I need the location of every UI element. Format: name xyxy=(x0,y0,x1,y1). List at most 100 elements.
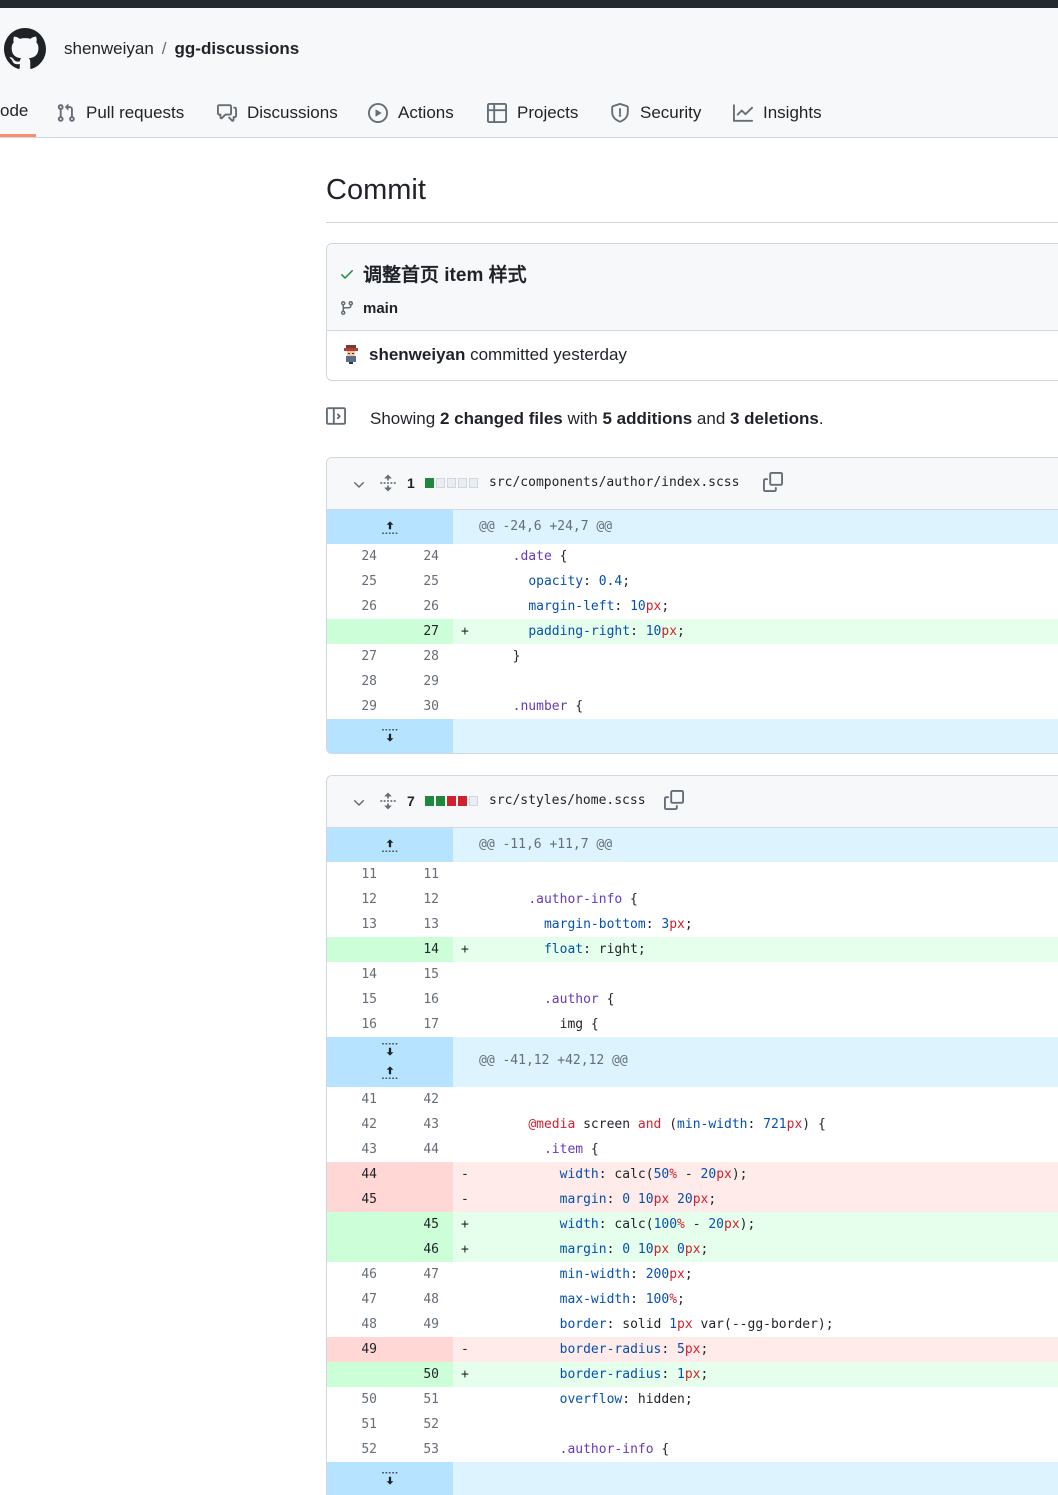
old-line-number[interactable]: 11 xyxy=(327,862,377,887)
new-line-number[interactable]: 24 xyxy=(391,544,439,569)
old-line-number[interactable]: 49 xyxy=(327,1337,377,1362)
new-line-number[interactable]: 48 xyxy=(391,1287,439,1312)
new-line-number[interactable]: 29 xyxy=(391,669,439,694)
hunk-footer xyxy=(327,719,1058,753)
new-line-number[interactable]: 49 xyxy=(391,1312,439,1337)
old-line-number[interactable] xyxy=(327,937,377,962)
new-line-number[interactable]: 43 xyxy=(391,1112,439,1137)
file-path[interactable]: src/styles/home.scss xyxy=(489,793,646,808)
new-line-number[interactable]: 47 xyxy=(391,1262,439,1287)
old-line-number[interactable] xyxy=(327,1237,377,1262)
code-text: margin-left: 10px; xyxy=(528,599,670,614)
new-line-number[interactable]: 53 xyxy=(391,1437,439,1462)
tab-discussions[interactable]: Discussions xyxy=(217,88,338,138)
new-line-number[interactable]: 11 xyxy=(391,862,439,887)
new-line-number[interactable]: 26 xyxy=(391,594,439,619)
diff-sign: - xyxy=(461,1192,469,1207)
repo-name-link[interactable]: gg-discussions xyxy=(175,39,300,58)
new-line-number[interactable]: 28 xyxy=(391,644,439,669)
old-line-number[interactable]: 46 xyxy=(327,1262,377,1287)
chevron-down-icon[interactable] xyxy=(351,477,367,493)
new-line-number[interactable]: 42 xyxy=(391,1087,439,1112)
tab-actions[interactable]: Actions xyxy=(368,88,454,138)
branch-name[interactable]: main xyxy=(363,300,398,317)
avatar[interactable] xyxy=(341,344,361,364)
file-path[interactable]: src/components/author/index.scss xyxy=(489,475,739,490)
new-line-number[interactable] xyxy=(391,1187,439,1212)
old-line-number[interactable]: 51 xyxy=(327,1412,377,1437)
new-line-number[interactable]: 27 xyxy=(391,619,439,644)
tab-security[interactable]: Security xyxy=(610,88,701,138)
new-line-number[interactable]: 16 xyxy=(391,987,439,1012)
old-line-number[interactable]: 16 xyxy=(327,1012,377,1037)
diff-line: 12 12 .author-info { xyxy=(327,887,1058,912)
old-line-number[interactable]: 25 xyxy=(327,569,377,594)
old-line-number[interactable]: 26 xyxy=(327,594,377,619)
new-line-number[interactable] xyxy=(391,1162,439,1187)
diffstat-block xyxy=(436,796,445,806)
diff-rows: 41 42 42 43 @media screen and (min-width: 7… xyxy=(327,1087,1058,1462)
copy-icon[interactable] xyxy=(664,790,684,810)
expand-down-icon[interactable] xyxy=(381,1470,399,1488)
table-icon xyxy=(487,103,507,123)
new-line-number[interactable]: 15 xyxy=(391,962,439,987)
new-line-number[interactable]: 46 xyxy=(391,1237,439,1262)
old-line-number[interactable]: 24 xyxy=(327,544,377,569)
diff-line: 52 53 .author-info { xyxy=(327,1437,1058,1462)
new-line-number[interactable]: 45 xyxy=(391,1212,439,1237)
new-line-number[interactable]: 12 xyxy=(391,887,439,912)
diff-line-added: 50 + border-radius: 1px; xyxy=(327,1362,1058,1387)
tab-pull-requests[interactable]: Pull requests xyxy=(56,88,184,138)
old-line-number[interactable]: 13 xyxy=(327,912,377,937)
diff-sign: + xyxy=(461,942,469,957)
old-line-number[interactable]: 52 xyxy=(327,1437,377,1462)
tab-projects[interactable]: Projects xyxy=(487,88,578,138)
old-line-number[interactable]: 14 xyxy=(327,962,377,987)
old-line-number[interactable]: 45 xyxy=(327,1187,377,1212)
unfold-icon[interactable] xyxy=(379,474,397,492)
copy-icon[interactable] xyxy=(763,472,783,492)
old-line-number[interactable]: 29 xyxy=(327,694,377,719)
old-line-number[interactable]: 44 xyxy=(327,1162,377,1187)
github-logo-icon[interactable] xyxy=(4,28,46,70)
old-line-number[interactable] xyxy=(327,1362,377,1387)
tab-insights[interactable]: Insights xyxy=(733,88,822,138)
diff-line: 13 13 margin-bottom: 3px; xyxy=(327,912,1058,937)
old-line-number[interactable]: 15 xyxy=(327,987,377,1012)
new-line-number[interactable]: 51 xyxy=(391,1387,439,1412)
new-line-number[interactable]: 52 xyxy=(391,1412,439,1437)
expand-down-icon[interactable] xyxy=(381,727,399,745)
new-line-number[interactable]: 25 xyxy=(391,569,439,594)
old-line-number[interactable]: 41 xyxy=(327,1087,377,1112)
expand-up-icon[interactable] xyxy=(381,836,399,854)
new-line-number[interactable]: 14 xyxy=(391,937,439,962)
new-line-number[interactable]: 13 xyxy=(391,912,439,937)
new-line-number[interactable]: 50 xyxy=(391,1362,439,1387)
diff-summary: Showing 2 changed files with 5 additions… xyxy=(370,409,824,429)
new-line-number[interactable] xyxy=(391,1337,439,1362)
new-line-number[interactable]: 30 xyxy=(391,694,439,719)
old-line-number[interactable]: 12 xyxy=(327,887,377,912)
diff-line: 26 26 margin-left: 10px; xyxy=(327,594,1058,619)
sidebar-expand-icon[interactable] xyxy=(326,406,346,426)
old-line-number[interactable]: 27 xyxy=(327,644,377,669)
old-line-number[interactable]: 42 xyxy=(327,1112,377,1137)
code-text: .author { xyxy=(543,992,615,1007)
new-line-number[interactable]: 17 xyxy=(391,1012,439,1037)
new-line-number[interactable]: 44 xyxy=(391,1137,439,1162)
chevron-down-icon[interactable] xyxy=(351,795,367,811)
old-line-number[interactable]: 43 xyxy=(327,1137,377,1162)
expand-down-icon[interactable] xyxy=(381,1041,399,1059)
old-line-number[interactable] xyxy=(327,1212,377,1237)
old-line-number[interactable]: 28 xyxy=(327,669,377,694)
old-line-number[interactable]: 50 xyxy=(327,1387,377,1412)
expand-up-icon[interactable] xyxy=(381,1063,399,1081)
author-link[interactable]: shenweiyan xyxy=(369,345,465,364)
expand-up-icon[interactable] xyxy=(381,518,399,536)
unfold-icon[interactable] xyxy=(379,792,397,810)
old-line-number[interactable] xyxy=(327,619,377,644)
tab-code[interactable]: ode xyxy=(0,88,36,137)
old-line-number[interactable]: 47 xyxy=(327,1287,377,1312)
old-line-number[interactable]: 48 xyxy=(327,1312,377,1337)
repo-owner-link[interactable]: shenweiyan xyxy=(64,39,154,58)
